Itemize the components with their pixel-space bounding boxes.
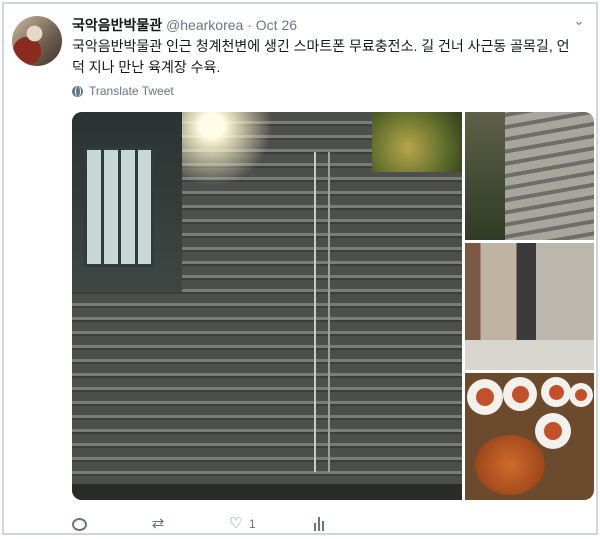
tweet-text: 국악음반박물관 인근 청계천변에 생긴 스마트폰 무료충전소. 길 건너 사근동… xyxy=(72,38,570,75)
heart-icon: ♡ xyxy=(229,515,243,532)
side-dish-plate xyxy=(467,379,503,415)
retweet-icon: ⇄ xyxy=(151,515,165,532)
alley-photo[interactable] xyxy=(465,243,594,370)
translate-label: Translate Tweet xyxy=(89,84,174,98)
translate-tweet-link[interactable]: Translate Tweet xyxy=(72,84,174,98)
handrail-shape xyxy=(314,152,330,472)
like-button[interactable]: ♡ 1 xyxy=(229,515,256,532)
side-dish-plate xyxy=(541,377,571,407)
charging-booth-shape xyxy=(84,147,154,267)
chevron-down-icon[interactable]: ⌄ xyxy=(572,14,586,28)
stone-steps-photo[interactable] xyxy=(465,112,594,240)
tweet-date[interactable]: Oct 26 xyxy=(256,17,297,33)
side-dish-plate xyxy=(503,377,537,411)
stew-bowl xyxy=(475,435,545,495)
drain-shape xyxy=(72,484,462,500)
trees-shape xyxy=(372,112,462,172)
reply-icon xyxy=(72,517,87,531)
globe-icon xyxy=(72,85,83,97)
separator-dot: · xyxy=(247,17,252,33)
tweet-header: 국악음반박물관 @hearkorea · Oct 26 xyxy=(72,14,566,36)
avatar[interactable] xyxy=(12,16,62,66)
like-count: 1 xyxy=(249,517,256,531)
retweet-button[interactable]: ⇄ xyxy=(151,516,171,532)
tweet-card: 국악음반박물관 @hearkorea · Oct 26 ⌄ 국악음반박물관 인근… xyxy=(2,2,598,535)
user-handle[interactable]: @hearkorea xyxy=(166,17,243,33)
stairs-photo[interactable] xyxy=(72,112,462,500)
tweet-actions: ⇄ ♡ 1 xyxy=(72,516,386,532)
reply-button[interactable] xyxy=(72,516,93,532)
side-dish-plate xyxy=(569,383,593,407)
side-dish-plate xyxy=(535,413,571,449)
display-name[interactable]: 국악음반박물관 xyxy=(72,17,162,33)
food-photo[interactable] xyxy=(465,373,594,500)
analytics-button[interactable] xyxy=(313,516,328,532)
analytics-icon xyxy=(313,517,328,531)
media-grid xyxy=(72,112,594,500)
